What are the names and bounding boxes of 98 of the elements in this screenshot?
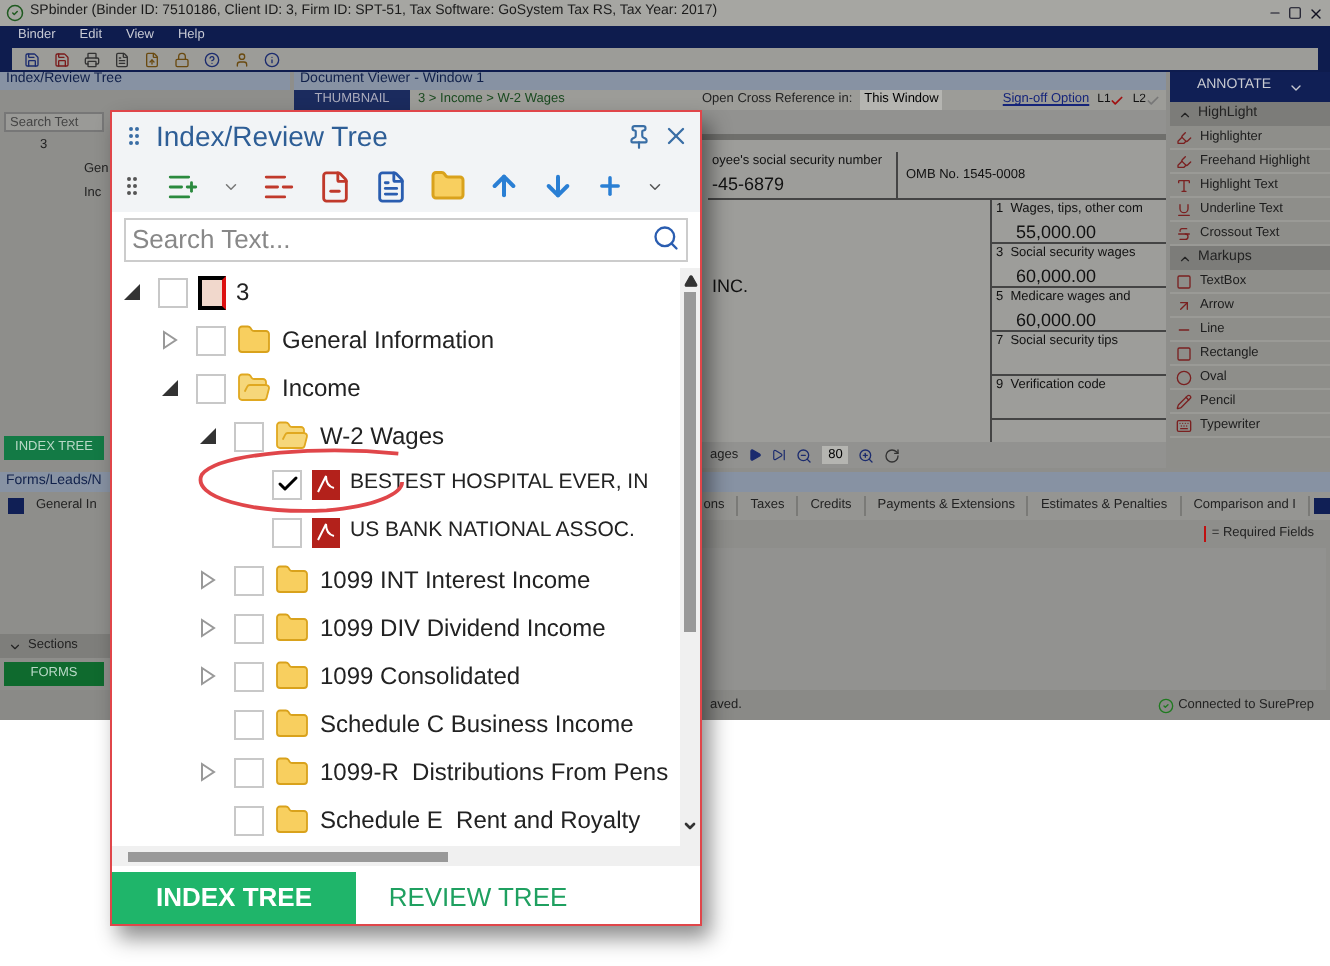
folder-icon[interactable] bbox=[430, 168, 466, 204]
form-value: 55,000.00 bbox=[1014, 219, 1099, 246]
checkbox[interactable] bbox=[196, 325, 226, 355]
tree-item-label[interactable]: 3 bbox=[236, 274, 250, 310]
binder-icon bbox=[198, 275, 226, 309]
upload-icon[interactable] bbox=[144, 51, 160, 67]
user-icon[interactable] bbox=[234, 51, 250, 67]
highlighter-icon[interactable] bbox=[1176, 129, 1192, 145]
close-icon[interactable] bbox=[662, 122, 690, 150]
folder-icon bbox=[236, 370, 272, 406]
check-icon bbox=[1110, 93, 1125, 107]
print-icon[interactable] bbox=[84, 51, 100, 67]
tree-item-label[interactable]: Income bbox=[282, 370, 361, 406]
checkbox[interactable] bbox=[196, 373, 226, 403]
checkbox[interactable] bbox=[234, 565, 264, 595]
required-marker bbox=[1203, 526, 1206, 542]
document-icon[interactable] bbox=[114, 51, 130, 67]
pdf-icon bbox=[312, 469, 340, 499]
tree-item-label[interactable]: General Information bbox=[282, 322, 495, 358]
pencil-icon[interactable] bbox=[1176, 393, 1192, 409]
tree-item-label[interactable]: Schedule E Rent and Royalty bbox=[320, 802, 641, 838]
check-icon bbox=[275, 472, 299, 496]
folder-icon bbox=[274, 754, 310, 790]
folder-icon bbox=[274, 610, 310, 646]
strikethrough-icon[interactable] bbox=[1176, 225, 1192, 241]
checkbox[interactable] bbox=[234, 709, 264, 739]
collapsed-arrow-icon[interactable] bbox=[162, 330, 178, 350]
help-icon[interactable] bbox=[204, 51, 220, 67]
maximize-icon[interactable] bbox=[1288, 6, 1302, 20]
checkbox[interactable] bbox=[234, 661, 264, 691]
collapse-icon[interactable] bbox=[1178, 251, 1192, 265]
tree-item-label[interactable]: US BANK NATIONAL ASSOC. bbox=[350, 516, 635, 548]
tree-item-label[interactable]: W-2 Wages bbox=[320, 418, 445, 454]
folder-icon bbox=[236, 322, 272, 358]
remove-document-icon[interactable] bbox=[318, 169, 352, 203]
pdf-icon bbox=[312, 517, 340, 547]
circle-icon[interactable] bbox=[1176, 369, 1192, 385]
panel-title: Index/Review Tree bbox=[156, 117, 390, 155]
form-value: -45-6879 bbox=[712, 171, 787, 198]
text-icon[interactable] bbox=[1176, 177, 1192, 193]
move-down-icon[interactable] bbox=[542, 170, 574, 202]
folder-icon bbox=[274, 802, 310, 838]
highlighter-icon[interactable] bbox=[1176, 153, 1192, 169]
form-value: 60,000.00 bbox=[1014, 263, 1099, 290]
scroll-up-icon[interactable] bbox=[683, 274, 697, 288]
vertical-scrollbar[interactable] bbox=[680, 268, 700, 846]
app-logo-icon bbox=[6, 4, 24, 22]
tree-item-label[interactable]: BESTEST HOSPITAL EVER, IN bbox=[350, 468, 649, 500]
collapsed-arrow-icon[interactable] bbox=[200, 666, 216, 686]
checkbox[interactable] bbox=[158, 277, 188, 307]
collapsed-arrow-icon[interactable] bbox=[200, 618, 216, 638]
add-icon[interactable] bbox=[596, 172, 624, 200]
check-icon bbox=[1146, 93, 1160, 107]
connected-icon bbox=[1158, 697, 1175, 713]
save-icon[interactable] bbox=[54, 51, 70, 67]
rotate-icon[interactable] bbox=[884, 447, 901, 463]
checkbox[interactable] bbox=[272, 469, 302, 499]
folder-icon bbox=[274, 562, 310, 598]
collapse-icon[interactable] bbox=[8, 639, 22, 653]
folder-icon bbox=[274, 418, 310, 454]
tree-item-label[interactable]: 1099 DIV Dividend Income bbox=[320, 610, 606, 646]
last-page-icon[interactable] bbox=[772, 448, 787, 462]
employer-name: INC. bbox=[712, 276, 748, 296]
tree-item-label[interactable]: 1099 INT Interest Income bbox=[320, 562, 591, 598]
checkbox[interactable] bbox=[234, 805, 264, 835]
underline-icon[interactable] bbox=[1176, 201, 1192, 217]
scroll-down-icon[interactable] bbox=[682, 818, 698, 834]
document-icon[interactable] bbox=[374, 169, 408, 203]
move-up-icon[interactable] bbox=[488, 170, 520, 202]
collapse-icon[interactable] bbox=[1178, 107, 1192, 121]
arrow-icon[interactable] bbox=[1176, 297, 1192, 313]
info-icon[interactable] bbox=[264, 51, 280, 67]
square-icon[interactable] bbox=[1176, 273, 1192, 289]
lock-icon[interactable] bbox=[174, 51, 190, 67]
zoom-in-icon[interactable] bbox=[858, 447, 875, 463]
tree-item-label[interactable]: 1099 Consolidated bbox=[320, 658, 521, 694]
checkbox[interactable] bbox=[234, 421, 264, 451]
pin-icon[interactable] bbox=[626, 123, 652, 149]
next-page-icon[interactable] bbox=[748, 448, 763, 462]
tree-item-label[interactable]: 1099-R Distributions From Pens bbox=[320, 754, 669, 790]
close-icon[interactable] bbox=[1308, 5, 1324, 21]
horizontal-scrollbar[interactable] bbox=[112, 846, 700, 866]
checkbox[interactable] bbox=[272, 517, 302, 547]
form-value: 60,000.00 bbox=[1014, 307, 1099, 334]
folder-icon bbox=[274, 658, 310, 694]
search-field[interactable]: Search Text... bbox=[124, 217, 688, 261]
tree-item-label[interactable]: Schedule C Business Income bbox=[320, 706, 634, 742]
zoom-out-icon[interactable] bbox=[796, 447, 813, 463]
save-icon[interactable] bbox=[24, 51, 40, 67]
checkbox[interactable] bbox=[234, 613, 264, 643]
keyboard-icon[interactable] bbox=[1176, 417, 1192, 433]
rectangle-icon[interactable] bbox=[1176, 345, 1192, 361]
search-icon[interactable] bbox=[652, 224, 680, 252]
folder-icon bbox=[274, 706, 310, 742]
checkbox[interactable] bbox=[234, 757, 264, 787]
minimize-icon[interactable] bbox=[1268, 6, 1282, 20]
collapsed-arrow-icon[interactable] bbox=[200, 570, 216, 590]
collapsed-arrow-icon[interactable] bbox=[200, 762, 216, 782]
